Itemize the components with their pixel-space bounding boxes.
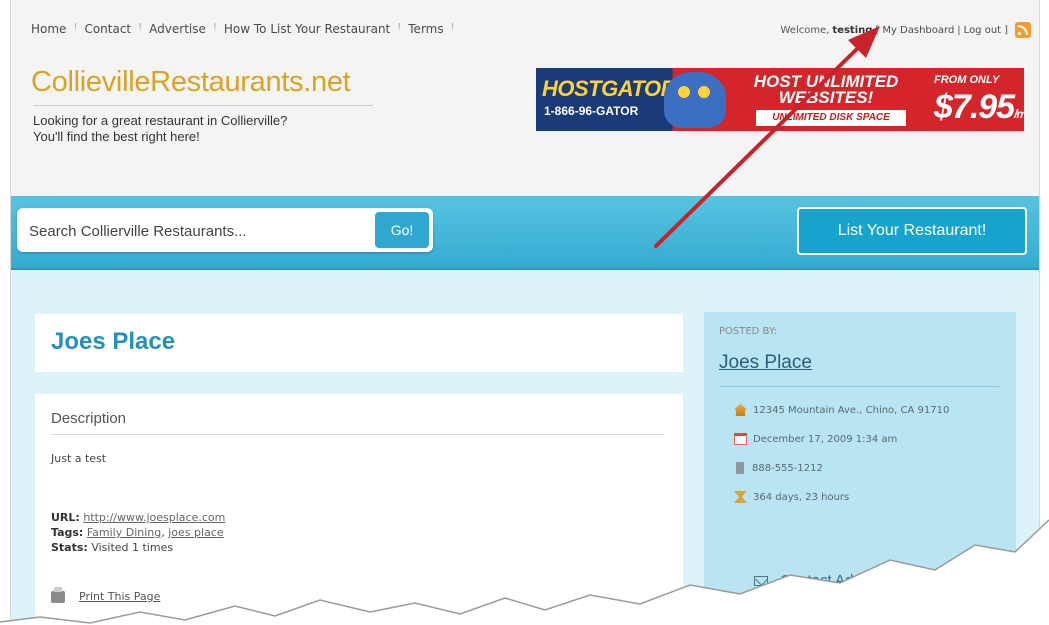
banner-price-period: /mo [1014,107,1024,121]
print-row: Print This Page [51,586,160,603]
bracket-open: [ [875,24,880,36]
tagline-line-1: Looking for a great restaurant in Collie… [33,113,288,128]
banner-price: $7.95/mo [934,88,1024,127]
url-row: URL: http://www.joesplace.com [51,510,225,525]
banner-from-only: FROM ONLY [934,74,1000,86]
contact-ad-owner-button[interactable]: Contact Ad Owner [754,572,902,589]
listing-meta: URL: http://www.joesplace.com Tags: Fami… [51,510,225,555]
address-text: 12345 Mountain Ave., Chino, CA 91710 [753,404,950,416]
rss-feed-icon[interactable] [1015,22,1031,38]
banner-brand: HOSTGATOR [542,76,677,101]
link-separator: | [957,24,961,36]
banner-strip: UNLIMITED DISK SPACE [756,110,906,126]
my-dashboard-link[interactable]: My Dashboard [882,25,954,36]
address-row: 12345 Mountain Ave., Chino, CA 91710 [734,404,949,416]
tags-separator: , [161,526,165,539]
envelope-icon [754,575,768,586]
date-row: December 17, 2009 1:34 am [734,433,897,445]
gator-mascot-icon [664,72,726,128]
site-tagline: Looking for a great restaurant in Collie… [33,113,413,145]
url-label: URL: [51,511,80,524]
main-content: Joes Place Description Just a test URL: … [11,270,1039,625]
contact-ad-owner-label: Contact Ad Owner [780,572,902,589]
tags-label: Tags: [51,526,84,539]
description-heading: Description [51,410,127,427]
time-remaining-text: 364 days, 23 hours [753,491,850,503]
tag-link-family-dining[interactable]: Family Dining [87,526,161,539]
username: testing [832,24,873,36]
phone-icon [736,462,744,474]
banner-price-amount: $7.95 [934,88,1015,126]
nav-separator: ! [450,22,455,33]
phone-row: 888-555-1212 [734,462,823,474]
hourglass-icon [734,491,747,503]
nav-separator: ! [212,22,217,33]
search-input[interactable] [27,217,371,245]
listing-title-box: Joes Place [35,314,683,372]
logo-divider [33,105,373,106]
user-bar: Welcome, testing [ My Dashboard | Log ou… [780,22,1031,38]
print-this-page-link[interactable]: Print This Page [79,590,160,603]
description-divider [51,434,665,435]
bracket-close: ] [1004,24,1008,36]
nav-terms-link[interactable]: Terms [408,22,443,36]
stats-row: Stats: Visited 1 times [51,540,225,555]
description-box: Description Just a test URL: http://www.… [35,394,683,625]
calendar-icon [734,433,747,445]
search-bar-region: Go! List Your Restaurant! [11,196,1039,270]
nav-separator: ! [397,22,402,33]
date-text: December 17, 2009 1:34 am [753,433,898,445]
phone-text: 888-555-1212 [752,462,823,474]
nav-contact-link[interactable]: Contact [84,22,131,36]
home-icon [734,404,747,416]
printer-icon [51,586,65,603]
stats-value: Visited 1 times [91,541,174,554]
posted-by-label: POSTED BY: [719,326,778,337]
nav-separator: ! [138,22,143,33]
site-logo[interactable]: CollievilleRestaurants.net [31,66,351,99]
log-out-link[interactable]: Log out [964,25,1001,36]
tags-row: Tags: Family Dining, joes place [51,525,225,540]
list-your-restaurant-button[interactable]: List Your Restaurant! [797,207,1027,255]
posted-by-sidebar: POSTED BY: Joes Place 12345 Mountain Ave… [704,312,1016,625]
banner-headline-line-2: WEBSITES! [778,88,874,107]
tag-link-joes-place[interactable]: joes place [168,526,223,539]
search-go-button[interactable]: Go! [375,212,429,248]
search-box: Go! [17,208,433,252]
page-frame: Home! Contact! Advertise! How To List Yo… [10,0,1040,625]
listing-title: Joes Place [51,328,176,355]
top-nav: Home! Contact! Advertise! How To List Yo… [31,22,462,36]
stats-label: Stats: [51,541,88,554]
nav-advertise-link[interactable]: Advertise [149,22,206,36]
sidebar-divider [719,386,999,387]
description-text: Just a test [51,452,107,465]
nav-home-link[interactable]: Home [31,22,66,36]
nav-how-to-list-link[interactable]: How To List Your Restaurant [224,22,390,36]
banner-phone: 1-866-96-GATOR [544,104,639,118]
hostgator-banner-ad[interactable]: HOSTGATOR 1-866-96-GATOR HOST UNLIMITED … [536,68,1024,131]
banner-headline: HOST UNLIMITED WEBSITES! [736,73,916,107]
welcome-text: Welcome, [780,24,830,36]
nav-separator: ! [73,22,78,33]
poster-name-link[interactable]: Joes Place [719,352,812,374]
listing-url-link[interactable]: http://www.joesplace.com [83,511,225,524]
time-remaining-row: 364 days, 23 hours [734,491,849,503]
tagline-line-2: You'll find the best right here! [33,129,200,144]
